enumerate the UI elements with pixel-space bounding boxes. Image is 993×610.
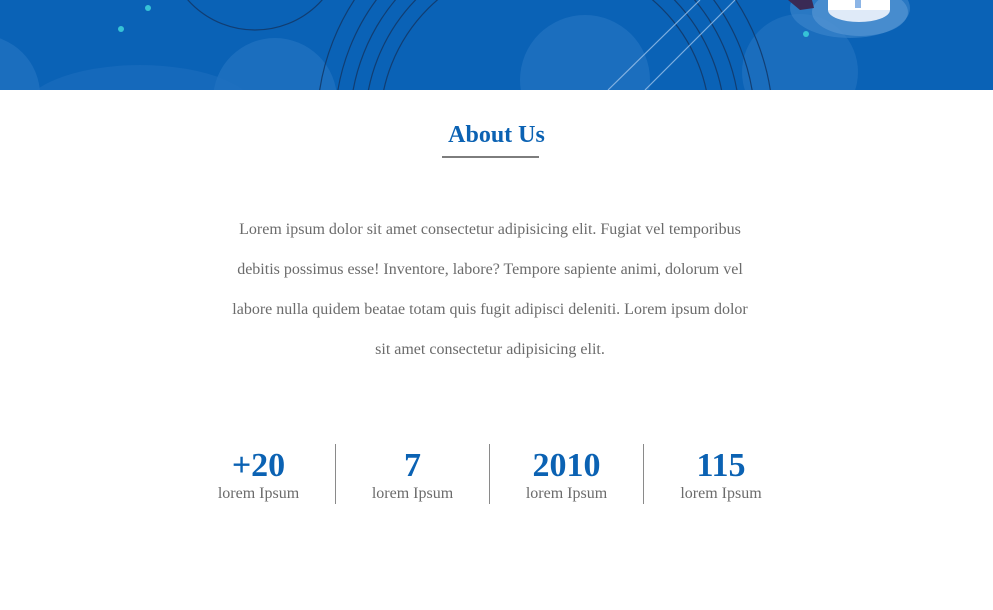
stat-value: 2010	[532, 447, 601, 484]
stat-label: lorem Ipsum	[217, 485, 300, 502]
about-description: Lorem ipsum dolor sit amet consectetur a…	[232, 221, 748, 358]
stat-item: 7 lorem Ipsum	[336, 444, 490, 504]
stat-item: 115 lorem Ipsum	[644, 444, 798, 504]
stat-label: lorem Ipsum	[525, 485, 608, 502]
title-underline	[442, 156, 539, 158]
hero-banner	[0, 0, 993, 90]
page-title: About Us	[448, 122, 545, 148]
stat-value: +20	[231, 447, 286, 484]
stat-item: +20 lorem Ipsum	[182, 444, 336, 504]
stat-label: lorem Ipsum	[371, 485, 454, 502]
stat-value: 7	[404, 447, 421, 484]
hero-illustration	[0, 0, 993, 90]
stat-value: 115	[696, 447, 746, 484]
stat-item: 2010 lorem Ipsum	[490, 444, 644, 504]
stat-label: lorem Ipsum	[680, 485, 762, 502]
stats-row: +20 lorem Ipsum 7 lorem Ipsum 2010 lorem…	[182, 444, 798, 504]
